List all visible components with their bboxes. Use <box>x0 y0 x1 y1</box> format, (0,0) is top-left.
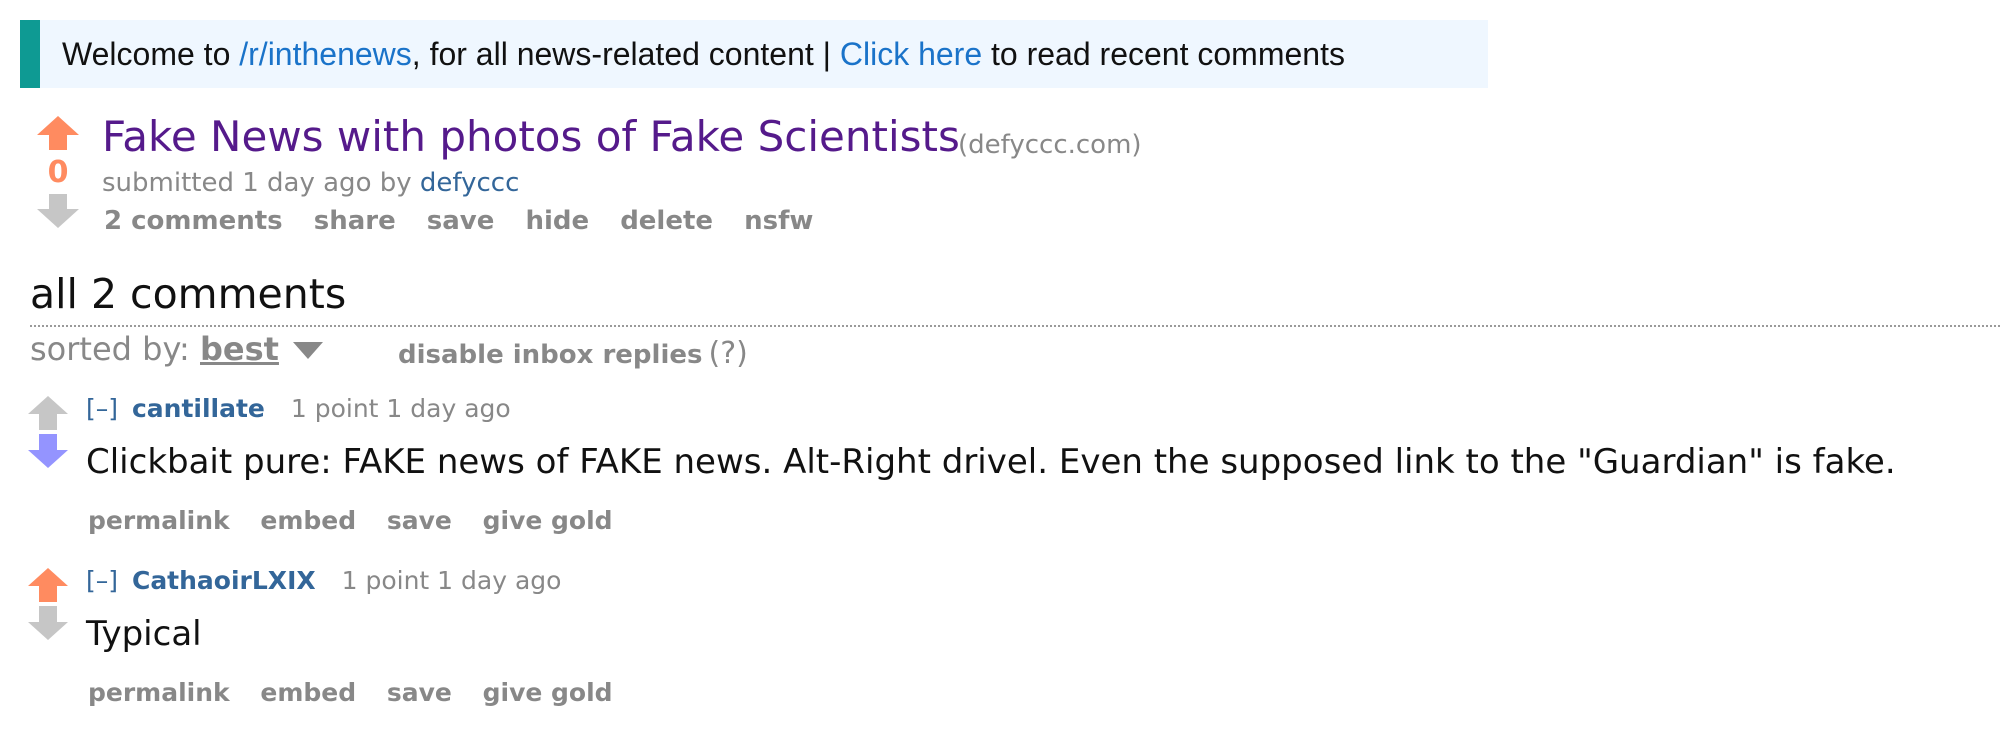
collapse-toggle[interactable]: [–] <box>86 566 118 595</box>
post-score: 0 <box>47 155 69 190</box>
post-tagline: submitted 1 day ago by defyccc <box>102 168 519 198</box>
recent-comments-link[interactable]: Click here <box>840 36 982 72</box>
share-button[interactable]: share <box>314 206 396 236</box>
permalink-button[interactable]: permalink <box>88 506 230 535</box>
comment-author-link[interactable]: CathaoirLXIX <box>132 566 316 595</box>
post-author-link[interactable]: defyccc <box>420 168 519 198</box>
comment-buttons: permalink embed save give gold <box>88 506 635 535</box>
delete-button[interactable]: delete <box>620 206 713 236</box>
save-button[interactable]: save <box>427 206 495 236</box>
upvote-arrow-icon[interactable] <box>28 396 68 430</box>
post-vote-column: 0 <box>34 116 82 228</box>
help-link[interactable]: (?) <box>708 336 747 371</box>
comment-vote-column <box>28 568 72 640</box>
banner-suffix: to read recent comments <box>982 36 1345 72</box>
comment-meta: 1 point 1 day ago <box>290 394 511 423</box>
chevron-down-icon[interactable] <box>293 342 324 360</box>
post-buttons: 2 comments share save hide delete nsfw <box>104 206 835 236</box>
submitted-text: submitted 1 day ago by <box>102 168 420 198</box>
downvote-arrow-icon[interactable] <box>28 434 68 468</box>
comment-header: [–] CathaoirLXIX 1 point 1 day ago <box>86 566 561 595</box>
comments-button[interactable]: 2 comments <box>104 206 283 236</box>
embed-button[interactable]: embed <box>260 506 356 535</box>
comment-header: [–] cantillate 1 point 1 day ago <box>86 394 511 423</box>
give-gold-button[interactable]: give gold <box>483 678 613 707</box>
comment-vote-column <box>28 396 72 468</box>
hide-button[interactable]: hide <box>525 206 589 236</box>
comment-body: Typical <box>86 614 202 654</box>
downvote-arrow-icon[interactable] <box>37 194 79 228</box>
permalink-button[interactable]: permalink <box>88 678 230 707</box>
post-domain[interactable]: (defyccc.com) <box>958 130 1142 160</box>
comment-author-link[interactable]: cantillate <box>132 394 265 423</box>
divider <box>30 325 2000 327</box>
banner-prefix: Welcome to <box>62 36 240 72</box>
comment-meta: 1 point 1 day ago <box>341 566 562 595</box>
give-gold-button[interactable]: give gold <box>483 506 613 535</box>
save-button[interactable]: save <box>387 678 452 707</box>
nsfw-button[interactable]: nsfw <box>744 206 813 236</box>
upvote-arrow-icon[interactable] <box>37 116 79 150</box>
post-title[interactable]: Fake News with photos of Fake Scientists <box>102 112 960 161</box>
sort-menu: sorted by: best <box>30 330 324 368</box>
upvote-arrow-icon[interactable] <box>28 568 68 602</box>
banner-middle: , for all news-related content | <box>411 36 840 72</box>
save-button[interactable]: save <box>387 506 452 535</box>
sorted-label: sorted by: <box>30 330 200 368</box>
collapse-toggle[interactable]: [–] <box>86 394 118 423</box>
embed-button[interactable]: embed <box>260 678 356 707</box>
inbox-label[interactable]: disable inbox replies <box>398 340 702 370</box>
comment-buttons: permalink embed save give gold <box>88 678 635 707</box>
welcome-banner: Welcome to /r/inthenews, for all news-re… <box>20 20 1488 88</box>
subreddit-link[interactable]: /r/inthenews <box>239 36 412 72</box>
sort-dropdown[interactable]: best <box>200 330 279 368</box>
comments-title: all 2 comments <box>30 270 347 318</box>
downvote-arrow-icon[interactable] <box>28 606 68 640</box>
comment-body: Clickbait pure: FAKE news of FAKE news. … <box>86 442 1896 482</box>
disable-inbox-replies[interactable]: disable inbox replies (?) <box>398 336 748 371</box>
